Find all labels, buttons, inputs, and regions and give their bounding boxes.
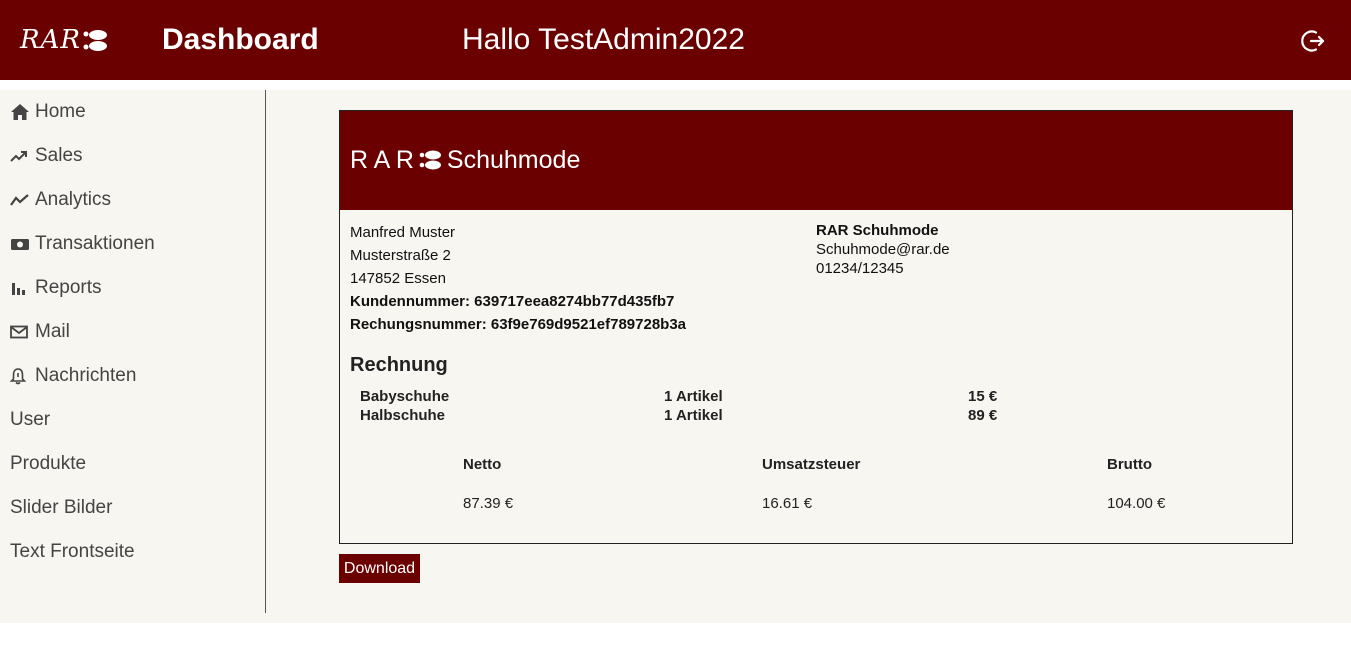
money-icon bbox=[10, 234, 32, 254]
invoice-section-title: Rechnung bbox=[350, 354, 448, 376]
invoice-line-item: Babyschuhe 1 Artikel 15 € bbox=[360, 388, 1060, 407]
company-name: RAR Schuhmode bbox=[816, 222, 939, 239]
sidebar-item-mail[interactable]: Mail bbox=[10, 318, 70, 346]
netto-label: Netto bbox=[463, 456, 502, 473]
customer-number: 639717eea8274bb77d435fb7 bbox=[474, 293, 675, 310]
invoice-number-label: Rechungsnummer: bbox=[350, 316, 487, 333]
sidebar: Home Sales Analytics Transaktionen Repor… bbox=[0, 90, 266, 613]
brutto-value: 104.00 € bbox=[1107, 495, 1166, 512]
sidebar-item-label: Sales bbox=[35, 145, 83, 166]
home-icon bbox=[10, 102, 32, 122]
customer-number-label: Kundennummer: bbox=[350, 293, 470, 310]
sidebar-item-label: Produkte bbox=[10, 453, 87, 474]
logo[interactable]: RAR bbox=[20, 22, 109, 58]
sidebar-item-sales[interactable]: Sales bbox=[10, 142, 83, 170]
footprints-icon bbox=[83, 30, 107, 51]
sidebar-item-produkte[interactable]: Produkte bbox=[10, 450, 86, 478]
item-price: 89 € bbox=[968, 407, 998, 424]
customer-name: Manfred Muster bbox=[350, 224, 456, 241]
download-button[interactable]: Download bbox=[339, 554, 420, 583]
sidebar-item-text-frontseite[interactable]: Text Frontseite bbox=[10, 538, 135, 566]
invoice-brand: R A R Schuhmode bbox=[350, 145, 580, 175]
sidebar-item-user[interactable]: User bbox=[10, 406, 50, 434]
customer-city: 147852 Essen bbox=[350, 270, 446, 287]
item-name: Halbschuhe bbox=[360, 407, 446, 424]
customer-info: Manfred Muster Musterstraße 2 147852 Ess… bbox=[350, 221, 686, 336]
footprints-icon bbox=[419, 150, 441, 170]
logo-text: RAR bbox=[20, 25, 81, 55]
sidebar-item-label: Slider Bilder bbox=[10, 497, 113, 518]
bell-icon bbox=[10, 366, 32, 386]
sidebar-item-label: User bbox=[10, 409, 51, 430]
ust-value: 16.61 € bbox=[762, 495, 813, 512]
invoice-line-item: Halbschuhe 1 Artikel 89 € bbox=[360, 407, 1060, 426]
brand-prefix: R A R bbox=[350, 146, 414, 174]
sidebar-item-label: Reports bbox=[35, 277, 102, 298]
invoice-card: R A R Schuhmode Manfred Muster Musterstr… bbox=[339, 110, 1293, 544]
sidebar-item-label: Analytics bbox=[35, 189, 112, 210]
sidebar-item-label: Nachrichten bbox=[35, 365, 137, 386]
logout-icon[interactable] bbox=[1300, 28, 1326, 54]
dashboard-title: Dashboard bbox=[162, 23, 319, 56]
ust-label: Umsatzsteuer bbox=[762, 456, 861, 473]
item-quantity: 1 Artikel bbox=[664, 407, 723, 424]
sidebar-item-label: Text Frontseite bbox=[10, 541, 135, 562]
greeting-text: Hallo TestAdmin2022 bbox=[462, 23, 745, 56]
sidebar-item-reports[interactable]: Reports bbox=[10, 274, 102, 302]
netto-value: 87.39 € bbox=[463, 495, 514, 512]
company-phone: 01234/12345 bbox=[816, 260, 904, 277]
sidebar-item-slider-bilder[interactable]: Slider Bilder bbox=[10, 494, 112, 522]
brutto-label: Brutto bbox=[1107, 456, 1152, 473]
top-header: RAR Dashboard Hallo TestAdmin2022 bbox=[0, 0, 1351, 80]
sidebar-item-analytics[interactable]: Analytics bbox=[10, 186, 111, 214]
customer-street: Musterstraße 2 bbox=[350, 247, 451, 264]
invoice-number: 63f9e769d9521ef789728b3a bbox=[490, 316, 687, 333]
brand-suffix: Schuhmode bbox=[446, 146, 581, 174]
item-price: 15 € bbox=[968, 388, 998, 405]
content-area: Home Sales Analytics Transaktionen Repor… bbox=[0, 90, 1351, 623]
mail-icon bbox=[10, 322, 32, 342]
sidebar-item-label: Transaktionen bbox=[35, 233, 155, 254]
item-quantity: 1 Artikel bbox=[664, 388, 723, 405]
sidebar-item-label: Home bbox=[35, 101, 86, 122]
line-chart-icon bbox=[10, 190, 32, 210]
invoice-number-row: Rechungsnummer: 63f9e769d9521ef789728b3a bbox=[350, 313, 686, 336]
company-info: RAR Schuhmode Schuhmode@rar.de 01234/123… bbox=[816, 221, 950, 278]
invoice-header: R A R Schuhmode bbox=[340, 111, 1292, 210]
sidebar-item-nachrichten[interactable]: Nachrichten bbox=[10, 362, 136, 390]
sidebar-item-home[interactable]: Home bbox=[10, 98, 86, 126]
sidebar-item-label: Mail bbox=[35, 321, 70, 342]
item-name: Babyschuhe bbox=[360, 388, 450, 405]
trending-up-icon bbox=[10, 146, 32, 166]
sidebar-item-transaktionen[interactable]: Transaktionen bbox=[10, 230, 155, 258]
customer-number-row: Kundennummer: 639717eea8274bb77d435fb7 bbox=[350, 290, 686, 313]
bar-chart-icon bbox=[10, 278, 32, 298]
company-email: Schuhmode@rar.de bbox=[816, 241, 950, 258]
